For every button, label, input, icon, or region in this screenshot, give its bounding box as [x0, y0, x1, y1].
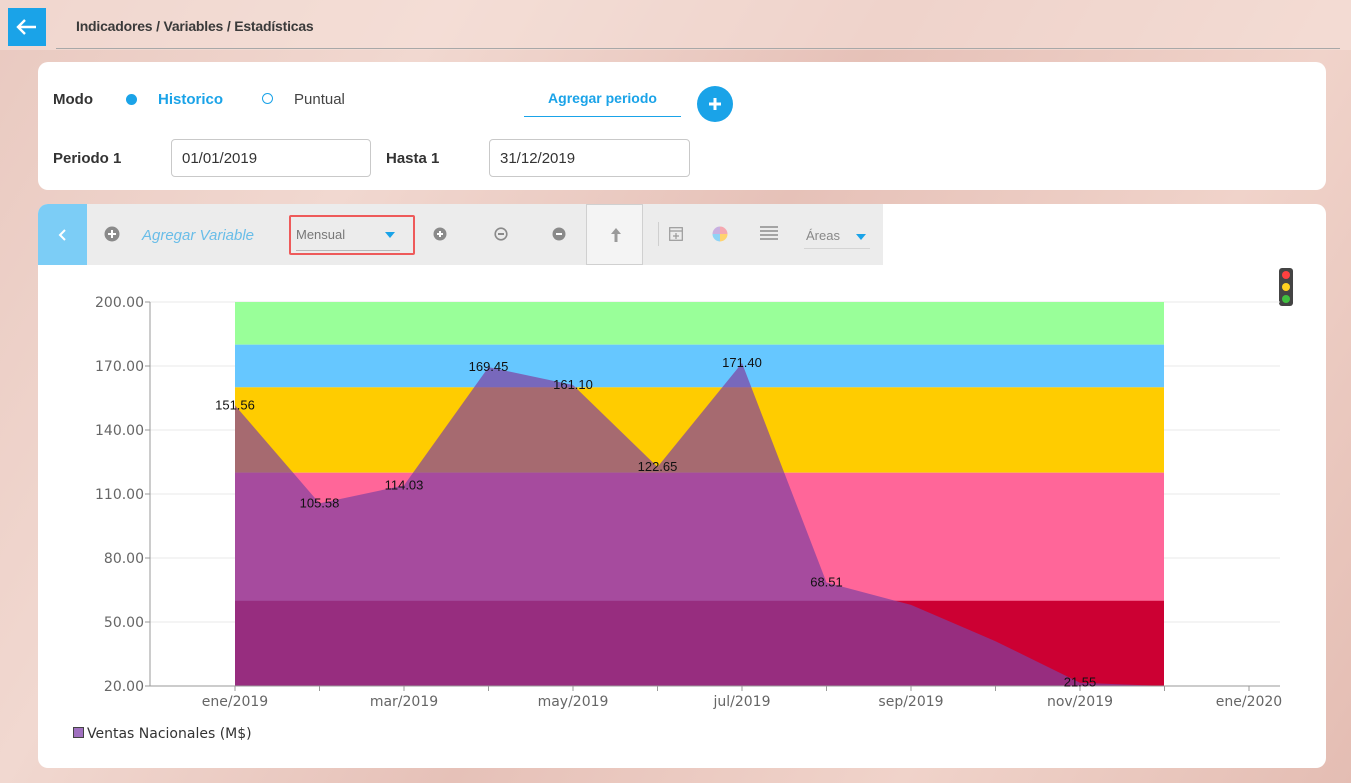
- data-label: 161.10: [553, 377, 593, 392]
- legend-item[interactable]: Ventas Nacionales (M$): [73, 726, 252, 742]
- x-tick-label: ene/2019: [202, 694, 268, 710]
- x-tick-label: sep/2019: [878, 694, 943, 710]
- y-tick-label: 140.00: [95, 423, 144, 439]
- y-tick-label: 50.00: [104, 615, 144, 631]
- data-label: 122.65: [638, 459, 678, 474]
- y-tick-label: 80.00: [104, 551, 144, 567]
- data-label: 21.55: [1064, 675, 1097, 690]
- data-label: 105.58: [300, 495, 340, 510]
- y-tick-label: 170.00: [95, 359, 144, 375]
- data-label: 171.40: [722, 355, 762, 370]
- data-label: 114.03: [385, 477, 424, 492]
- data-label: 169.45: [469, 359, 509, 374]
- y-tick-label: 20.00: [104, 679, 144, 695]
- threshold-band: [235, 344, 1164, 388]
- data-label: 151.56: [215, 397, 255, 412]
- y-tick-label: 110.00: [95, 487, 144, 503]
- x-tick-label: may/2019: [538, 694, 609, 710]
- legend-swatch: [73, 727, 84, 738]
- area-chart: 200.00 170.00 140.00 110.00 80.00 50.00 20.00 e…: [95, 295, 1282, 710]
- x-tick-label: ene/2020: [1216, 694, 1282, 710]
- x-tick-label: jul/2019: [713, 694, 771, 710]
- threshold-band: [235, 302, 1164, 345]
- data-label: 68.51: [810, 575, 843, 590]
- x-tick-label: nov/2019: [1047, 694, 1113, 710]
- x-tick-label: mar/2019: [370, 694, 438, 710]
- legend-label: Ventas Nacionales (M$): [87, 726, 252, 742]
- y-tick-label: 200.00: [95, 295, 144, 311]
